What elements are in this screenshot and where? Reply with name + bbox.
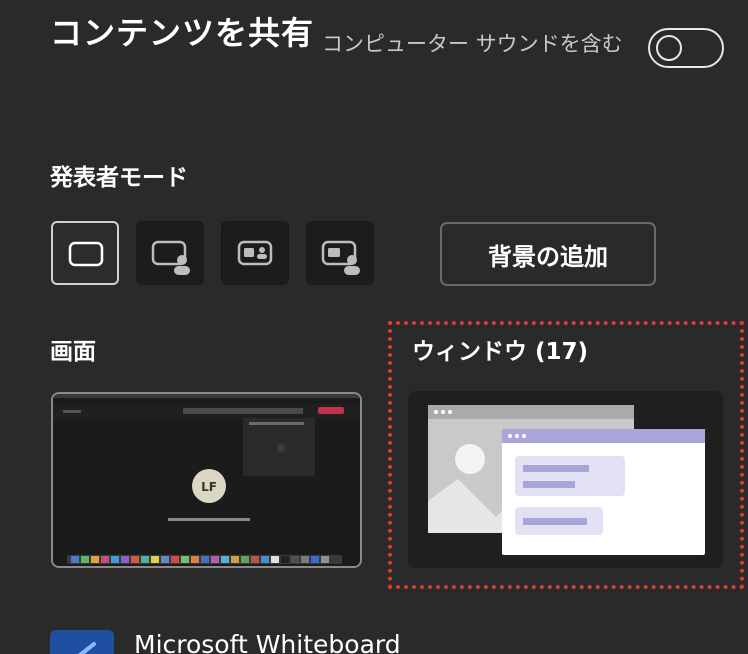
content-only-icon [68, 241, 104, 267]
screen-preview-image: LF [53, 394, 360, 566]
reporter-icon [321, 240, 360, 275]
side-by-side-icon [237, 240, 273, 266]
toggle-knob [656, 35, 682, 61]
add-background-button[interactable]: 背景の追加 [440, 222, 656, 286]
avatar-initials: LF [201, 480, 217, 494]
include-sound-label: コンピューター サウンドを含む [322, 32, 623, 56]
presenter-mode-label: 発表者モード [50, 165, 188, 191]
standout-icon [151, 240, 190, 275]
window-share-thumbnail[interactable] [408, 391, 723, 568]
mode-standout-button[interactable] [136, 221, 204, 285]
app-row-label: Microsoft Whiteboard [134, 630, 401, 654]
screen-share-thumbnail[interactable]: LF [51, 392, 362, 568]
mode-content-only-button[interactable] [51, 221, 119, 285]
screen-section-label: 画面 [50, 339, 96, 365]
share-content-panel: コンテンツを共有 コンピューター サウンドを含む 発表者モード 背景の追加 画面… [0, 0, 748, 654]
window-illustration-icon [408, 391, 723, 568]
include-sound-toggle[interactable] [648, 28, 724, 68]
mode-reporter-button[interactable] [306, 221, 374, 285]
whiteboard-icon [50, 630, 114, 654]
mode-side-by-side-button[interactable] [221, 221, 289, 285]
page-title: コンテンツを共有 [50, 14, 315, 52]
